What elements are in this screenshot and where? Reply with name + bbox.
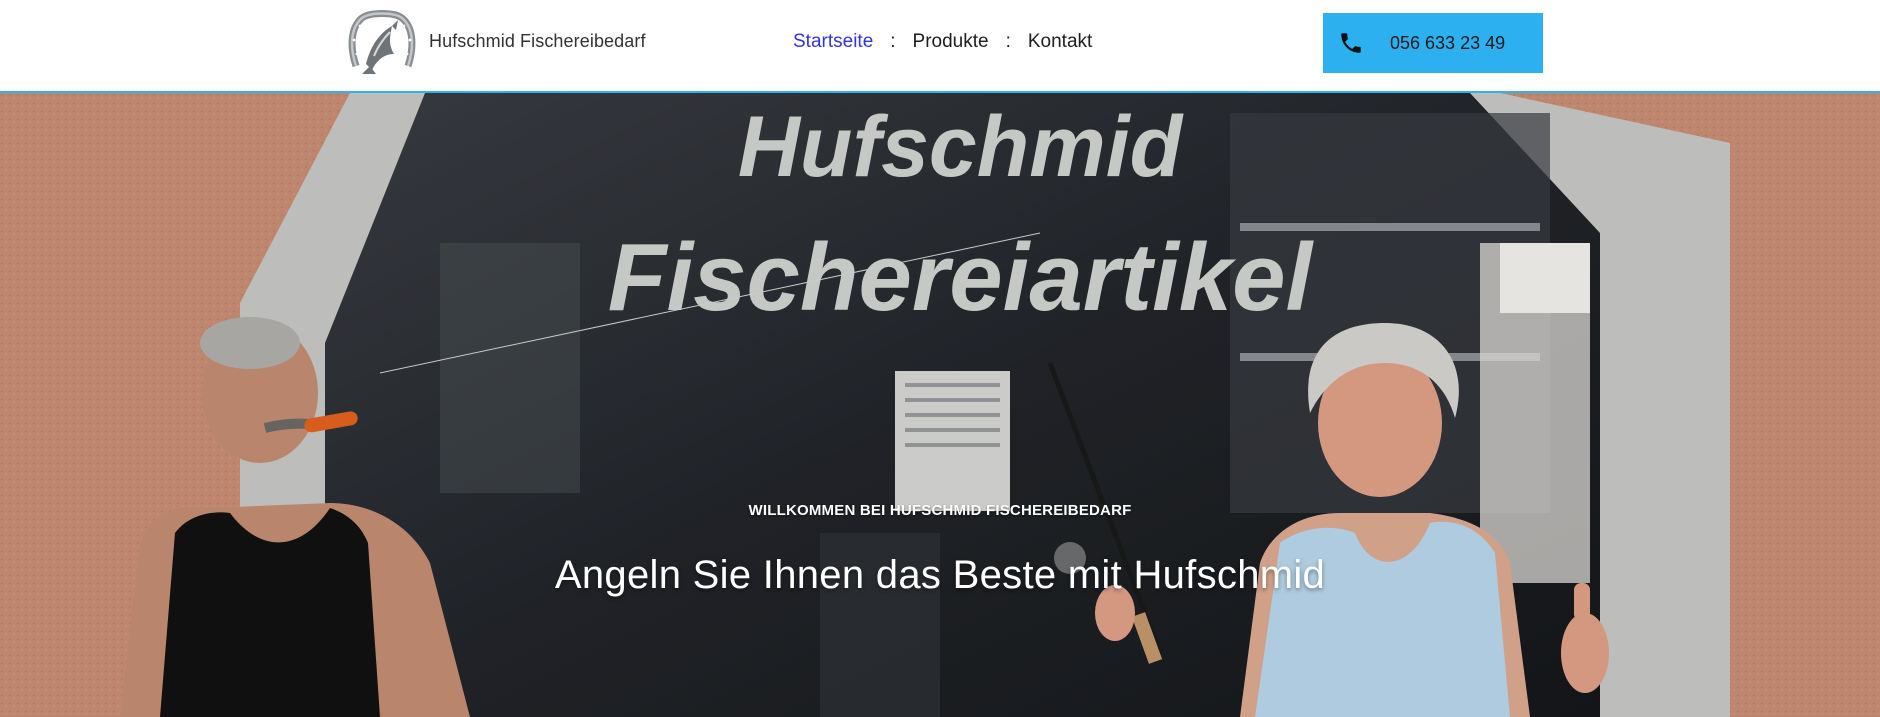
nav-separator: : xyxy=(890,31,896,52)
nav-link-startseite[interactable]: Startseite xyxy=(793,31,873,53)
main-nav: Startseite : Produkte : Kontakt xyxy=(793,31,1092,53)
phone-number: 056 633 23 49 xyxy=(1390,33,1506,53)
hero-kicker: WILLKOMMEN BEI HUFSCHMID FISCHEREIBEDARF xyxy=(748,502,1132,519)
horseshoe-fish-logo-icon[interactable] xyxy=(348,10,416,78)
phone-button[interactable]: 056 633 23 49 xyxy=(1323,13,1543,73)
site-header: Hufschmid Fischereibedarf Startseite : P… xyxy=(0,0,1880,93)
nav-separator: : xyxy=(1005,31,1011,52)
nav-link-produkte[interactable]: Produkte xyxy=(913,31,989,53)
nav-link-kontakt[interactable]: Kontakt xyxy=(1028,31,1092,53)
shop-front-photo: Hufschmid Fischereiartikel xyxy=(0,93,1880,717)
hero-title: Angeln Sie Ihnen das Beste mit Hufschmid xyxy=(554,553,1326,597)
hero-banner: Hufschmid Fischereiartikel WILLKOMMEN BE… xyxy=(0,93,1880,717)
brand-name[interactable]: Hufschmid Fischereibedarf xyxy=(429,31,646,52)
phone-icon xyxy=(1341,33,1361,53)
